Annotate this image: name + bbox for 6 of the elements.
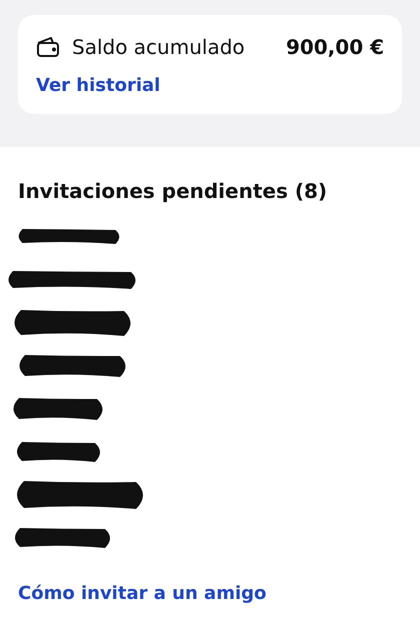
section-title: Invitaciones pendientes (8) bbox=[18, 179, 328, 203]
balance-label: Saldo acumulado bbox=[72, 35, 246, 59]
history-link[interactable]: Ver historial bbox=[36, 75, 160, 96]
wallet-icon bbox=[36, 36, 60, 58]
invite-help-link[interactable]: Cómo invitar a un amigo bbox=[18, 583, 266, 604]
balance-amount: 900,00 € bbox=[286, 35, 384, 59]
